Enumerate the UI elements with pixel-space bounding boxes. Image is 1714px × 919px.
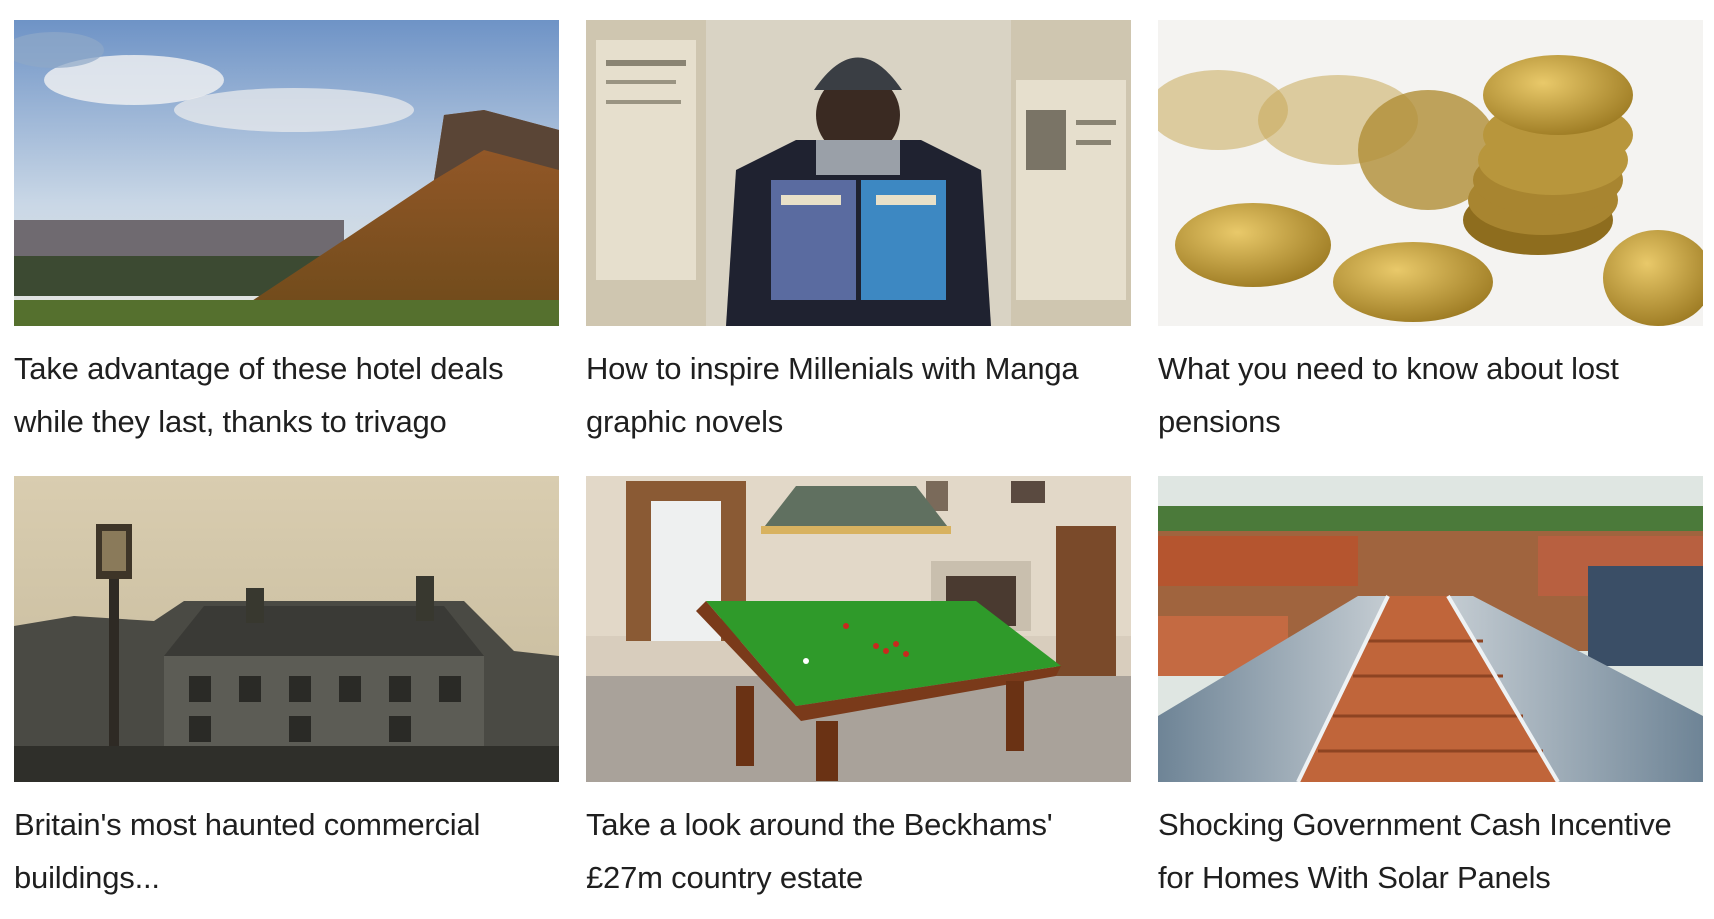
article-card-manga-novels[interactable]: How to inspire Millenials with Manga gra… bbox=[586, 20, 1131, 456]
article-title[interactable]: What you need to know about lost pension… bbox=[1158, 342, 1703, 448]
article-card-haunted-buildings[interactable]: Britain's most haunted commercial buildi… bbox=[14, 476, 559, 912]
article-title[interactable]: Shocking Government Cash Incentive for H… bbox=[1158, 798, 1703, 904]
article-card-beckhams-estate[interactable]: Take a look around the Beckhams' £27m co… bbox=[586, 476, 1131, 912]
snooker-room-photo[interactable] bbox=[586, 476, 1131, 782]
article-card-hotel-deals[interactable]: Take advantage of these hotel deals whil… bbox=[14, 20, 559, 456]
article-title[interactable]: Britain's most haunted commercial buildi… bbox=[14, 798, 559, 904]
old-inn-photo[interactable] bbox=[14, 476, 559, 782]
article-card-lost-pensions[interactable]: What you need to know about lost pension… bbox=[1158, 20, 1703, 456]
article-title[interactable]: How to inspire Millenials with Manga gra… bbox=[586, 342, 1131, 448]
hillside-city-photo[interactable] bbox=[14, 20, 559, 326]
solar-panels-roof-photo[interactable] bbox=[1158, 476, 1703, 782]
sponsored-content-grid: Take advantage of these hotel deals whil… bbox=[14, 20, 1703, 912]
man-reading-comic-photo[interactable] bbox=[586, 20, 1131, 326]
article-card-solar-panels[interactable]: Shocking Government Cash Incentive for H… bbox=[1158, 476, 1703, 912]
pound-coins-photo[interactable] bbox=[1158, 20, 1703, 326]
article-title[interactable]: Take a look around the Beckhams' £27m co… bbox=[586, 798, 1131, 904]
article-title[interactable]: Take advantage of these hotel deals whil… bbox=[14, 342, 559, 448]
